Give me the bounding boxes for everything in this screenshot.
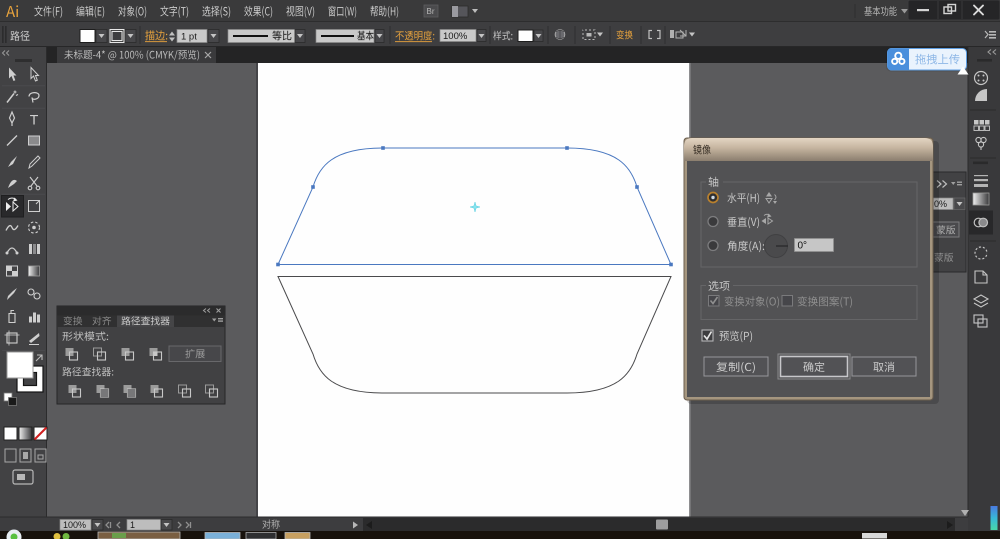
svg-text:100%: 100%	[63, 520, 86, 530]
svg-text:0°: 0°	[798, 241, 808, 252]
svg-text:T: T	[30, 112, 39, 128]
svg-text:100%: 100%	[443, 31, 468, 42]
svg-text:Br: Br	[427, 7, 435, 16]
svg-text:1: 1	[130, 520, 135, 530]
svg-text:1 pt: 1 pt	[181, 32, 197, 43]
